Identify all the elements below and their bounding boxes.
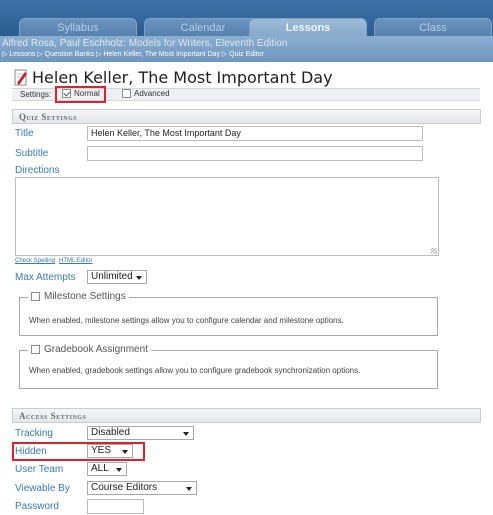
advanced-label: Advanced <box>134 89 170 98</box>
tracking-label: Tracking <box>15 428 53 439</box>
user-team-select[interactable]: ALL <box>87 462 127 476</box>
resize-grip-icon[interactable] <box>431 248 437 254</box>
title-label: Title <box>15 128 34 139</box>
title-input[interactable]: Helen Keller, The Most Important Day <box>87 126 423 141</box>
milestone-label: Milestone Settings <box>44 291 126 302</box>
breadcrumb[interactable]: ▷ Lessons ▷ Question Banks ▷ Helen Kelle… <box>2 50 264 58</box>
page-title: Helen Keller, The Most Important Day <box>32 67 333 87</box>
directions-textarea[interactable] <box>15 177 439 256</box>
password-input[interactable] <box>87 499 144 514</box>
user-team-label: User Team <box>15 464 64 475</box>
advanced-checkbox[interactable] <box>122 89 131 98</box>
gradebook-fieldset: Gradebook Assignment When enabled, grade… <box>19 344 438 389</box>
gradebook-description: When enabled, gradebook settings allow y… <box>29 366 361 375</box>
chevron-down-icon <box>186 487 192 491</box>
directions-label: Directions <box>15 165 60 176</box>
page-title-row: Helen Keller, The Most Important Day <box>14 66 333 88</box>
gradebook-checkbox[interactable] <box>31 345 40 354</box>
highlight-hidden-box <box>12 442 145 461</box>
course-title: Alfred Rosa, Paul Eschholz: Models for W… <box>2 38 288 49</box>
milestone-legend: Milestone Settings <box>28 291 129 302</box>
subtitle-label: Subtitle <box>15 148 49 159</box>
access-settings-header: Access Settings <box>12 408 481 423</box>
password-label: Password <box>15 501 59 512</box>
viewable-by-select[interactable]: Course Editors <box>87 481 197 495</box>
tab-class[interactable]: Class <box>374 18 492 36</box>
milestone-fieldset: Milestone Settings When enabled, milesto… <box>19 291 438 336</box>
chevron-down-icon <box>116 468 122 472</box>
max-attempts-label: Max Attempts <box>15 272 76 283</box>
document-edit-icon <box>14 69 27 85</box>
html-editor-link[interactable]: HTML Editor <box>59 258 92 264</box>
tab-lessons[interactable]: Lessons <box>249 18 367 36</box>
chevron-down-icon <box>183 432 189 436</box>
gradebook-label: Gradebook Assignment <box>44 344 148 355</box>
quiz-settings-header: Quiz Settings <box>12 109 481 124</box>
viewable-by-label: Viewable By <box>15 483 70 494</box>
tab-syllabus[interactable]: Syllabus <box>19 18 137 36</box>
highlight-normal-box <box>55 86 106 103</box>
advanced-mode-option[interactable]: Advanced <box>122 89 170 98</box>
tracking-select[interactable]: Disabled <box>87 426 194 440</box>
max-attempts-select[interactable]: Unlimited <box>87 270 147 284</box>
check-spelling-link[interactable]: Check Spelling <box>15 258 55 264</box>
chevron-down-icon <box>136 276 142 280</box>
settings-label: Settings: <box>20 90 52 99</box>
gradebook-legend: Gradebook Assignment <box>28 344 151 355</box>
milestone-checkbox[interactable] <box>31 292 40 301</box>
editor-links: Check Spelling HTML Editor <box>15 258 96 264</box>
milestone-description: When enabled, milestone settings allow y… <box>29 316 344 325</box>
tab-calendar[interactable]: Calendar <box>144 18 262 36</box>
subtitle-input[interactable] <box>87 146 423 161</box>
